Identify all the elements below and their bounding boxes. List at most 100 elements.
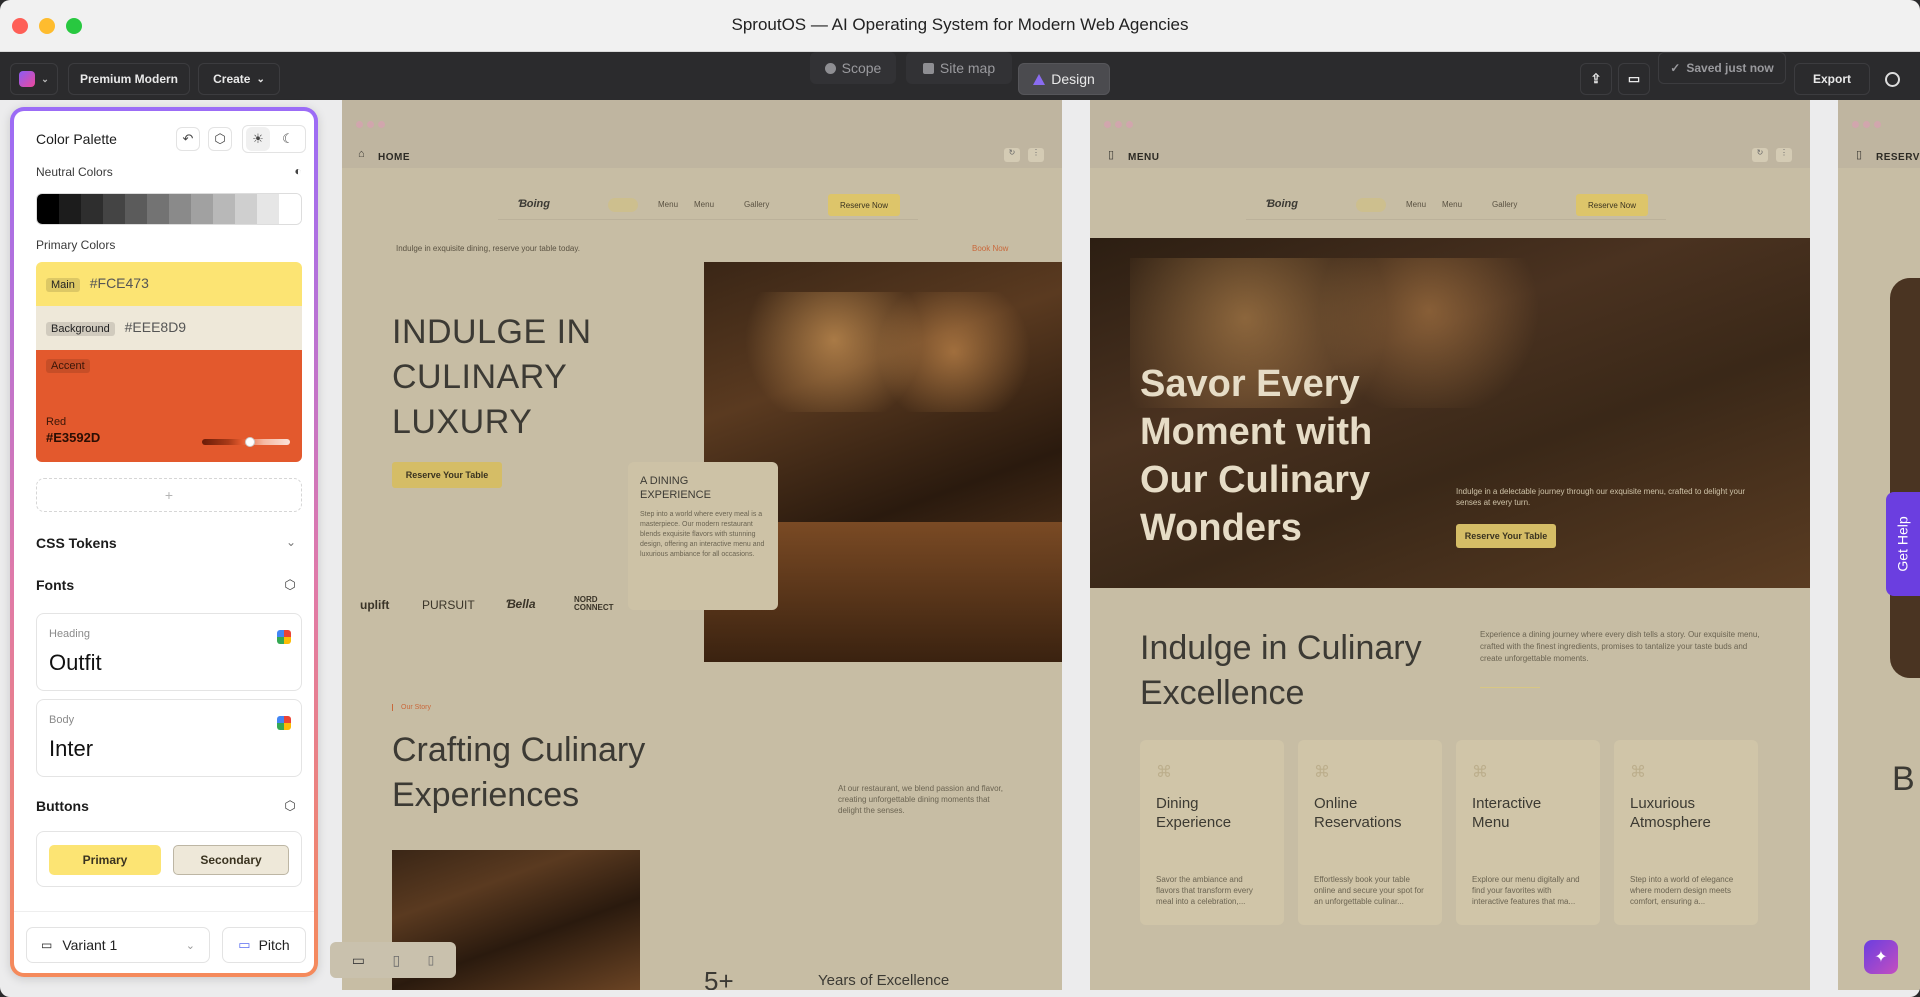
stat-number: 5+: [704, 966, 734, 990]
home-icon: ⌂: [358, 148, 365, 160]
neutral-swatch[interactable]: [257, 194, 279, 224]
fonts-heading: Fonts: [36, 577, 75, 593]
reserve-now-button[interactable]: Reserve Now: [1576, 194, 1649, 216]
create-menu-button[interactable]: Create ⌄: [198, 63, 280, 95]
cube-icon[interactable]: ⬡: [208, 127, 232, 151]
frame-header: ▯ MENU ↻ ⋮: [1090, 100, 1810, 168]
profile-button[interactable]: [1876, 63, 1908, 95]
section-title-line: Indulge in Culinary: [1140, 629, 1422, 667]
tab-design[interactable]: Design: [1018, 63, 1110, 95]
export-button[interactable]: Export: [1794, 63, 1870, 95]
feature-card[interactable]: ⌘ Interactive Menu Explore our menu digi…: [1456, 740, 1600, 925]
desktop-icon[interactable]: ▭: [352, 952, 365, 969]
main-color-value: #FCE473: [89, 275, 149, 291]
section-link[interactable]: [1480, 682, 1540, 688]
pitch-button[interactable]: ▭ Pitch: [222, 927, 306, 963]
contrast-icon[interactable]: ◐: [286, 159, 310, 183]
chevron-down-icon[interactable]: ⌄: [286, 535, 296, 549]
neutral-swatch[interactable]: [213, 194, 235, 224]
undo-button[interactable]: ↶: [176, 127, 200, 151]
refresh-button[interactable]: ↻: [1752, 148, 1768, 162]
nav-pill: [1356, 198, 1386, 212]
background-color-row[interactable]: Background #EEE8D9: [36, 306, 302, 350]
variant-label: Variant 1: [62, 937, 118, 953]
square-icon: [922, 62, 934, 74]
story-title: Crafting Culinary Experiences: [392, 728, 645, 818]
buttons-heading: Buttons: [36, 798, 89, 814]
main-color-row[interactable]: Main #FCE473: [36, 262, 302, 306]
primary-button-preview[interactable]: Primary: [49, 845, 161, 875]
body-font-card[interactable]: Body Inter: [36, 699, 302, 777]
chat-icon: ▭: [1627, 71, 1641, 86]
app-window: SproutOS — AI Operating System for Moder…: [0, 0, 1920, 997]
shade-slider[interactable]: [202, 437, 290, 447]
reserve-table-button[interactable]: Reserve Your Table: [392, 462, 502, 488]
sun-icon[interactable]: ☀: [246, 127, 270, 151]
nav-link[interactable]: Menu: [658, 200, 678, 209]
command-icon: ⌘: [1314, 764, 1330, 781]
tab-scope[interactable]: Scope: [810, 52, 896, 84]
cube-icon[interactable]: ⬡: [278, 794, 302, 818]
neutral-swatch[interactable]: [37, 194, 59, 224]
tab-site-map[interactable]: Site map: [906, 52, 1012, 84]
feature-card[interactable]: ⌘ Dining Experience Savor the ambiance a…: [1140, 740, 1284, 925]
cube-icon[interactable]: ⬡: [278, 573, 302, 597]
feature-card[interactable]: ⌘ Online Reservations Effortlessly book …: [1298, 740, 1442, 925]
accent-color-row[interactable]: Accent Red #E3592D: [36, 350, 302, 462]
book-now-link[interactable]: Book Now: [972, 244, 1008, 253]
css-tokens-heading[interactable]: CSS Tokens: [36, 535, 117, 551]
tablet-icon[interactable]: ▯: [392, 952, 400, 969]
neutral-swatches[interactable]: [36, 193, 302, 225]
background-color-value: #EEE8D9: [124, 319, 187, 335]
moon-icon[interactable]: ☾: [276, 127, 300, 151]
nav-pill: [608, 198, 638, 212]
nav-link[interactable]: Menu: [1406, 200, 1426, 209]
get-help-label: Get Help: [1895, 516, 1911, 572]
nav-link[interactable]: Menu: [1442, 200, 1462, 209]
add-color-button[interactable]: +: [36, 478, 302, 512]
neutral-swatch[interactable]: [147, 194, 169, 224]
variant-select[interactable]: ▭ Variant 1 ⌄: [26, 927, 210, 963]
ai-assistant-button[interactable]: ✦: [1864, 940, 1898, 974]
command-icon: ⌘: [1630, 764, 1646, 781]
share-button[interactable]: ⇪: [1580, 63, 1612, 95]
neutral-swatch[interactable]: [279, 194, 301, 224]
neutral-swatch[interactable]: [235, 194, 257, 224]
neutral-swatch[interactable]: [103, 194, 125, 224]
neutral-swatch[interactable]: [81, 194, 103, 224]
story-text: At our restaurant, we blend passion and …: [838, 784, 1003, 815]
panel-inner: Color Palette ↶ ⬡ ☀ ☾ Neutral Colors ◐ P…: [14, 111, 314, 973]
neutral-swatch[interactable]: [169, 194, 191, 224]
app-menu-button[interactable]: ⌄: [10, 63, 58, 95]
story-tag: Our Story: [392, 704, 431, 711]
reserve-table-button[interactable]: Reserve Your Table: [1456, 524, 1556, 548]
more-button[interactable]: ⋮: [1028, 148, 1044, 162]
neutral-swatch[interactable]: [125, 194, 147, 224]
feature-card[interactable]: ⌘ Luxurious Atmosphere Step into a world…: [1614, 740, 1758, 925]
heading-font-card[interactable]: Heading Outfit: [36, 613, 302, 691]
nav-link[interactable]: Menu: [694, 200, 714, 209]
more-button[interactable]: ⋮: [1776, 148, 1792, 162]
toolbar: ⌄ Premium Modern Create ⌄ Scope Site map…: [0, 52, 1920, 100]
neutral-swatch[interactable]: [191, 194, 213, 224]
reserve-now-button[interactable]: Reserve Now: [828, 194, 901, 216]
page-icon: ▯: [1856, 149, 1863, 161]
color-palette-heading: Color Palette: [36, 131, 117, 147]
refresh-button[interactable]: ↻: [1004, 148, 1020, 162]
home-page-frame[interactable]: ⌂ HOME ↻ ⋮ Ɓoing Menu Menu Gallery Reser…: [342, 100, 1062, 990]
nav-link[interactable]: Gallery: [1492, 200, 1517, 209]
primary-colors-label: Primary Colors: [36, 238, 116, 252]
get-help-tab[interactable]: Get Help: [1886, 492, 1920, 596]
comments-button[interactable]: ▭: [1618, 63, 1650, 95]
neutral-swatch[interactable]: [59, 194, 81, 224]
menu-page-frame[interactable]: ▯ MENU ↻ ⋮ Ɓoing Menu Menu Gallery Reser…: [1090, 100, 1810, 990]
nav-link[interactable]: Gallery: [744, 200, 769, 209]
project-button[interactable]: Premium Modern: [68, 63, 190, 95]
partner-logo: Ɓella: [506, 597, 536, 611]
hero-title-line: LUXURY: [392, 403, 533, 441]
secondary-button-preview[interactable]: Secondary: [173, 845, 289, 875]
mobile-icon[interactable]: ▯: [428, 953, 435, 967]
frame-dot: [1874, 121, 1881, 128]
slider-handle[interactable]: [245, 437, 255, 447]
frame-dot: [378, 121, 385, 128]
